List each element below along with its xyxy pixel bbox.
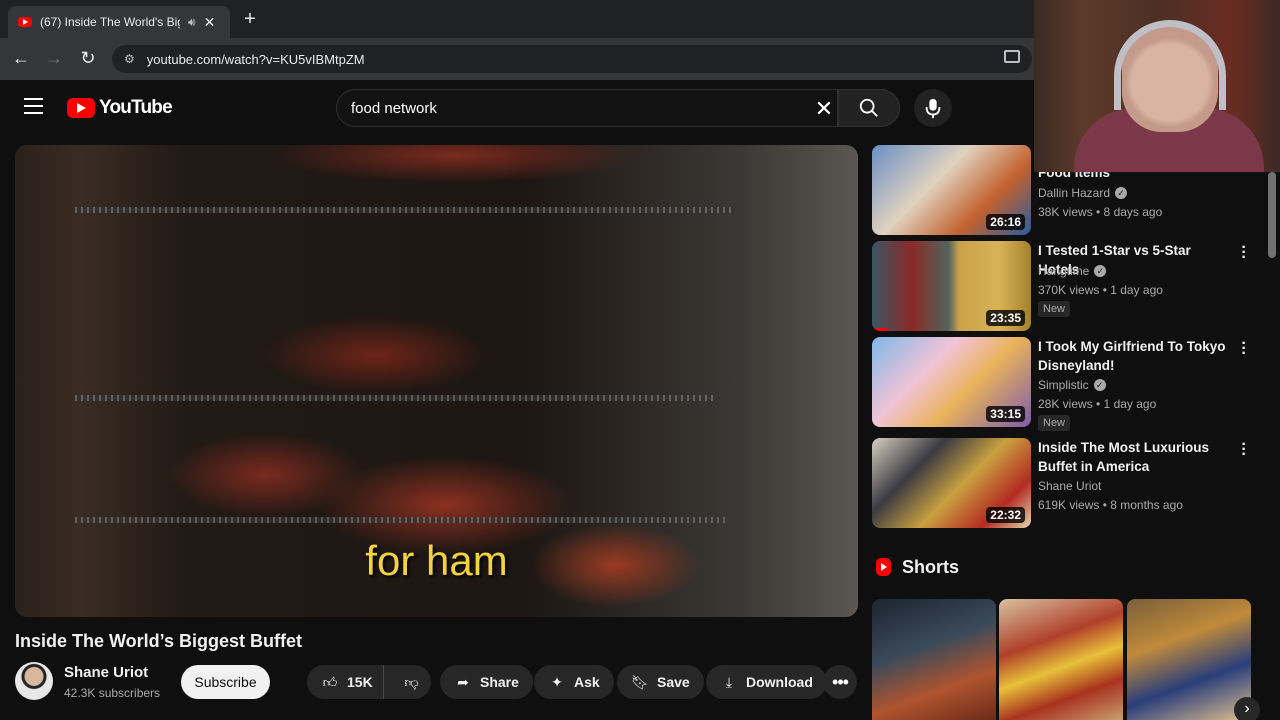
recommendation-meta: 38K views • 8 days ago — [1038, 205, 1163, 219]
smoker-rack — [75, 517, 725, 523]
search-icon — [859, 98, 878, 117]
channel-name: Shane Uriot — [1038, 479, 1102, 493]
dislike-button[interactable]: 👎︎ — [392, 674, 431, 691]
recommendation-title[interactable]: Inside The Most Luxurious Buffet in Amer… — [1038, 438, 1234, 476]
recommendation-channel[interactable]: Simplistic ✓ — [1038, 378, 1106, 392]
thumbs-up-icon: 👍︎ — [322, 673, 338, 690]
address-url: youtube.com/watch?v=KU5vIBMtpZM — [146, 51, 365, 67]
clear-search-icon[interactable]: ✕ — [812, 96, 836, 122]
download-icon: ⤓ — [725, 673, 733, 690]
download-button[interactable]: ⤓ Download — [706, 665, 827, 699]
more-vert-icon[interactable]: · · · — [1240, 240, 1248, 266]
youtube-logo-icon — [67, 98, 95, 118]
site-info-icon[interactable]: ⚙︎ — [124, 52, 135, 66]
tab-title: (67) Inside The World's Biggest Buffet — [40, 15, 180, 29]
bookmark-icon: 🔖︎ — [631, 673, 649, 690]
like-button[interactable]: 👍︎ 15K — [307, 665, 385, 699]
new-badge: New — [1038, 415, 1071, 431]
save-button[interactable]: 🔖︎ Save — [617, 665, 704, 699]
share-arrow-icon: ➦ — [457, 673, 469, 690]
short-thumbnail[interactable] — [872, 599, 996, 720]
webcam-overlay — [1034, 0, 1280, 172]
tab-close-icon[interactable]: ✕ — [204, 14, 216, 31]
thumbs-down-icon: 👎︎ — [404, 673, 419, 690]
subscribe-button[interactable]: Subscribe — [181, 665, 270, 699]
video-player[interactable]: for ham — [15, 145, 858, 617]
browser-tab[interactable]: (67) Inside The World's Biggest Buffet 🔊… — [8, 6, 230, 38]
shorts-heading: Shorts — [902, 557, 960, 577]
recommendation-item[interactable]: 23:35 I Tested 1-Star vs 5-Star Hotels H… — [872, 240, 1268, 331]
video-title: Inside The World’s Biggest Buffet — [15, 631, 303, 651]
search-query: food network — [351, 99, 437, 117]
address-bar[interactable]: ⚙︎ youtube.com/watch?v=KU5vIBMtpZM — [112, 45, 1032, 73]
verified-check-icon: ✓ — [1115, 187, 1128, 199]
video-caption: for ham — [365, 537, 508, 584]
save-label: Save — [657, 674, 690, 690]
verified-check-icon: ✓ — [1094, 265, 1107, 277]
channel-name: Simplistic — [1038, 378, 1089, 392]
recommendation-channel[interactable]: Shane Uriot — [1038, 479, 1101, 493]
recommendation-item[interactable]: 33:15 I Took My Girlfriend To Tokyo Disn… — [872, 336, 1268, 431]
video-thumbnail[interactable]: 33:15 — [872, 337, 1031, 427]
new-tab-button[interactable]: + — [240, 8, 260, 31]
headphones-icon — [1114, 20, 1226, 110]
smoker-rack — [75, 395, 715, 401]
video-duration: 22:32 — [986, 507, 1025, 523]
ask-button[interactable]: ✦ Ask — [534, 665, 614, 699]
recommendation-meta: 370K views • 1 day ago — [1038, 283, 1163, 297]
back-arrow-icon[interactable]: ← — [10, 48, 32, 69]
voice-search-button[interactable] — [914, 89, 952, 127]
search-button[interactable] — [838, 89, 900, 127]
short-thumbnail[interactable] — [999, 599, 1123, 720]
download-label: Download — [746, 674, 813, 690]
reload-icon[interactable]: ↻ — [77, 48, 99, 69]
more-vert-icon[interactable]: · · · — [1240, 336, 1248, 362]
subscriber-count: 42.3K subscribers — [64, 686, 161, 700]
video-duration: 26:16 — [986, 214, 1025, 230]
recommendation-item[interactable]: 22:32 Inside The Most Luxurious Buffet i… — [872, 437, 1268, 528]
video-thumbnail[interactable]: 26:16 — [872, 145, 1031, 235]
recommendation-channel[interactable]: Dallin Hazard ✓ — [1038, 186, 1128, 200]
forward-arrow-icon[interactable]: → — [43, 48, 65, 69]
cast-icon[interactable] — [1004, 50, 1020, 63]
shorts-icon — [876, 558, 891, 576]
hamburger-menu-icon[interactable] — [24, 98, 43, 114]
like-count: 15K — [347, 674, 373, 690]
channel-name[interactable]: Shane Uriot — [64, 664, 148, 681]
recommendation-title[interactable]: I Took My Girlfriend To Tokyo Disneyland… — [1038, 337, 1234, 375]
video-duration: 33:15 — [986, 406, 1025, 422]
chevron-right-icon[interactable]: › — [1234, 697, 1260, 720]
youtube-logo-text: YouTube — [99, 97, 173, 118]
search-input[interactable]: food network — [336, 89, 838, 127]
recommendation-meta: 619K views • 8 months ago — [1038, 498, 1183, 512]
recommendation-meta: 28K views • 1 day ago — [1038, 397, 1157, 411]
short-thumbnail[interactable] — [1127, 599, 1251, 720]
youtube-favicon-icon — [18, 17, 32, 27]
new-badge: New — [1038, 301, 1071, 317]
youtube-logo[interactable]: YouTube — [67, 97, 173, 119]
channel-avatar[interactable] — [15, 662, 53, 700]
channel-name: Hangtime — [1038, 264, 1090, 278]
recommendation-channel[interactable]: Hangtime ✓ — [1038, 264, 1107, 278]
microphone-icon — [925, 98, 941, 119]
video-thumbnail[interactable]: 22:32 — [872, 438, 1031, 528]
share-button[interactable]: ➦ Share — [440, 665, 533, 699]
verified-check-icon: ✓ — [1093, 379, 1106, 391]
video-thumbnail[interactable]: 23:35 — [872, 241, 1031, 331]
more-vert-icon[interactable]: · · · — [1240, 437, 1248, 463]
video-duration: 23:35 — [986, 310, 1025, 326]
watch-progress-bar — [872, 328, 888, 331]
smoker-rack — [75, 207, 735, 213]
speaker-icon[interactable]: 🔊︎ — [188, 15, 196, 30]
sidebar-scrollbar[interactable] — [1268, 172, 1276, 258]
like-dislike-group: 👍︎ 15K 👎︎ — [307, 665, 431, 699]
channel-name: Dallin Hazard — [1038, 186, 1111, 200]
share-label: Share — [480, 674, 519, 690]
ask-label: Ask — [574, 674, 600, 690]
more-actions-icon[interactable]: ••• — [823, 665, 857, 699]
sparkle-icon: ✦ — [551, 673, 563, 690]
